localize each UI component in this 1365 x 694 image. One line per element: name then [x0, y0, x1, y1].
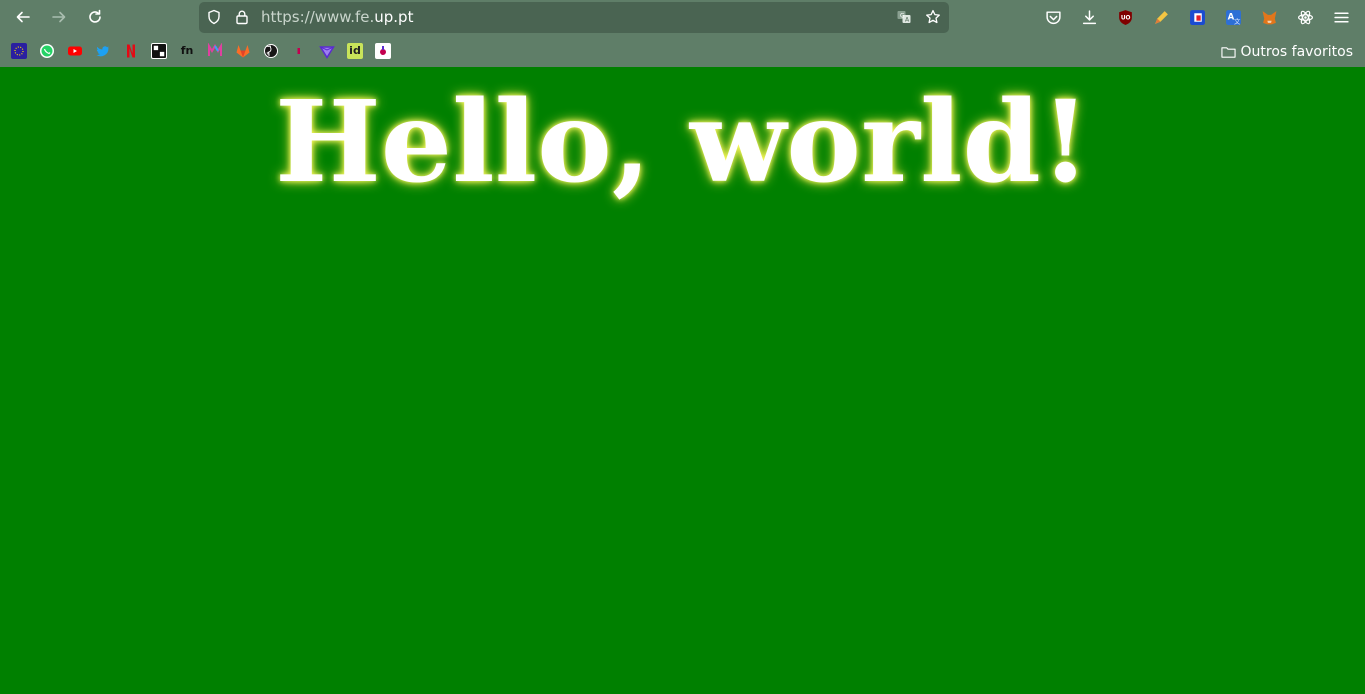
gitlab-bookmark-icon[interactable]: [235, 43, 251, 59]
url-host: up.pt: [374, 8, 414, 26]
eu-bookmark-icon[interactable]: [11, 43, 27, 59]
github-bookmark-icon[interactable]: [263, 43, 279, 59]
tap-bookmark-icon[interactable]: [151, 43, 167, 59]
svg-text:UO: UO: [1120, 15, 1130, 21]
address-bar[interactable]: https://www.fe.up.pt GA: [199, 2, 949, 33]
bookmark-star-icon[interactable]: [925, 9, 941, 25]
shield-icon[interactable]: [206, 9, 222, 25]
gem-bookmark-icon[interactable]: [319, 43, 335, 59]
extension-badge-icon[interactable]: [1187, 7, 1207, 27]
ublock-icon[interactable]: UO: [1115, 7, 1135, 27]
translate-icon[interactable]: GA: [896, 9, 912, 25]
menu-hamburger-icon[interactable]: [1331, 7, 1351, 27]
red-mark-bookmark-icon[interactable]: [291, 43, 307, 59]
pocket-icon[interactable]: [1043, 7, 1063, 27]
folder-icon: [1220, 47, 1236, 58]
other-favorites-button[interactable]: Outros favoritos: [1220, 43, 1354, 61]
metamask-fox-icon[interactable]: [1259, 7, 1279, 27]
react-devtools-icon[interactable]: [1295, 7, 1315, 27]
app-bookmark-icon[interactable]: [375, 43, 391, 59]
reload-button[interactable]: [82, 5, 108, 29]
page-content: Hello, world!: [0, 67, 1365, 694]
whatsapp-bookmark-icon[interactable]: [39, 43, 55, 59]
netflix-bookmark-icon[interactable]: [123, 43, 139, 59]
translator-icon[interactable]: A文: [1223, 7, 1243, 27]
back-arrow-icon: [16, 11, 30, 23]
back-button[interactable]: [10, 5, 36, 29]
youtube-bookmark-icon[interactable]: [67, 43, 83, 59]
browser-chrome: https://www.fe.up.pt GA UO A文 fn id Outr…: [0, 0, 1365, 67]
bookmarks-toolbar: fn id Outros favoritos: [0, 35, 1365, 67]
page-heading: Hello, world!: [274, 77, 1090, 208]
reload-icon: [89, 9, 101, 23]
other-favorites-label: Outros favoritos: [1240, 44, 1354, 60]
navigation-toolbar: https://www.fe.up.pt GA UO A文: [0, 0, 1365, 35]
extension-pencil-icon[interactable]: [1151, 7, 1171, 27]
forward-button[interactable]: [46, 5, 72, 29]
url-text[interactable]: https://www.fe.up.pt: [261, 9, 413, 26]
id-bookmark-icon[interactable]: id: [347, 43, 363, 59]
m-bookmark-icon[interactable]: [207, 43, 223, 59]
download-icon[interactable]: [1079, 7, 1099, 27]
svg-text:文: 文: [1234, 16, 1241, 25]
url-prefix: https://www.fe.: [261, 8, 375, 26]
twitter-bookmark-icon[interactable]: [95, 43, 111, 59]
forward-arrow-icon: [52, 11, 66, 23]
fn-bookmark-icon[interactable]: fn: [179, 43, 195, 59]
lock-icon[interactable]: [234, 9, 250, 25]
